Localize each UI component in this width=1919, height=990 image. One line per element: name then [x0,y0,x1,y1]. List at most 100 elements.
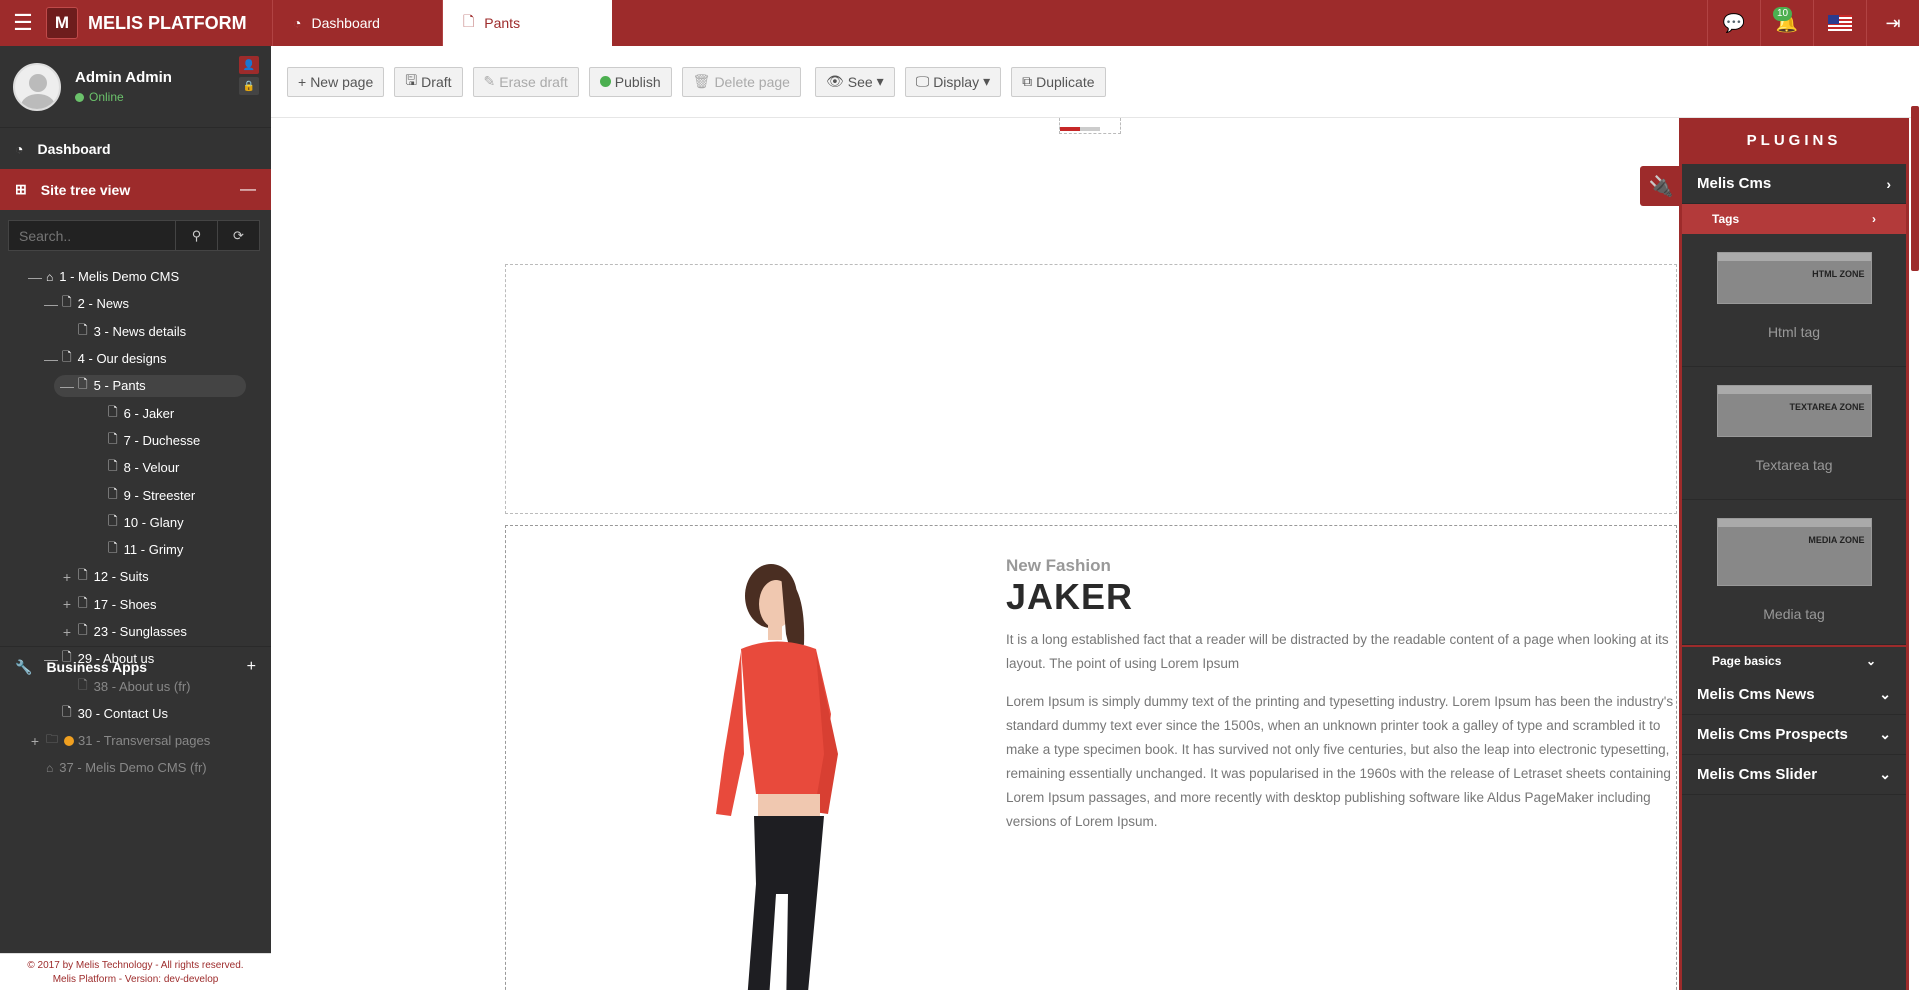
copyright: © 2017 by Melis Technology - All rights … [27,960,244,971]
draft-button[interactable]: 🖫 Draft [394,66,463,97]
plugin-subgroup-page-basics-label: Page basics [1712,654,1782,668]
page-icon: 🗋 [62,295,72,310]
tab-dashboard[interactable]: ◔ Dashboard [272,0,442,46]
html-tag-thumbnail: HTML ZONE [1716,252,1872,304]
plugin-textarea-tag[interactable]: TEXTAREA ZONE Textarea tag [1682,367,1906,500]
tree-item[interactable]: + 🗀 31 - Transversal pages [0,727,271,754]
sidebar-item-dashboard[interactable]: ◔ Dashboard [0,128,271,169]
sidebar-item-site-tree[interactable]: ⊞ Site tree view — [0,169,271,210]
new-page-button[interactable]: + New page [287,66,385,97]
notification-badge: 10 [1773,7,1793,21]
plug-icon[interactable]: 🔌 [1640,166,1682,206]
save-icon: 🖫 [405,71,418,88]
expand-icon[interactable]: + [60,569,74,585]
see-button[interactable]: 👁 See ▾ [814,66,895,97]
caret-down-icon: ▾ [983,73,991,89]
dashboard-icon: ◔ [293,15,302,31]
brand-logo[interactable]: M MELIS PLATFORM [46,0,272,46]
tab-dashboard-label: Dashboard [311,15,380,31]
page-preview: New Fashion JAKER It is a long establish… [271,118,1679,990]
tree-item[interactable]: — 🗋 4 - Our designs [0,345,271,372]
user-profile-icon[interactable]: 👤 [239,56,259,74]
collapse-icon[interactable]: — [44,296,58,312]
collapse-icon[interactable]: — [44,651,58,667]
tree-item[interactable]: + 🗋 12 - Suits [0,563,271,590]
refresh-icon[interactable]: ⟳ [218,220,260,251]
collapse-icon[interactable]: — [240,181,256,199]
display-button[interactable]: 🖵 Display ▾ [904,66,1002,97]
hamburger-icon[interactable]: ☰ [0,0,46,46]
tree-item[interactable]: + 🗋 17 - Shoes [0,591,271,618]
tree-item-label: 3 - News details [93,323,187,339]
plugin-group-melis-cms-slider[interactable]: Melis Cms Slider ⌄ [1682,755,1906,795]
tree-item[interactable]: 🗋 8 - Velour [0,454,271,481]
eye-icon: 👁 [825,73,844,89]
delete-page-button[interactable]: 🗑 Delete page [681,66,801,97]
tree-item[interactable]: 🗋 30 - Contact Us [0,700,271,727]
brand-name: MELIS PLATFORM [88,12,247,33]
plugin-group-melis-cms-news[interactable]: Melis Cms News ⌄ [1682,675,1906,715]
user-status-label: Online [89,90,124,104]
plugin-media-tag[interactable]: MEDIA ZONE Media tag [1682,500,1906,645]
page-icon: 🗋 [62,650,72,665]
chat-icon[interactable]: 💬 [1707,0,1760,46]
avatar[interactable] [13,62,61,111]
erase-draft-label: Erase draft [499,73,568,90]
folder-icon: 🗀 [46,732,59,747]
product-zone[interactable]: New Fashion JAKER It is a long establish… [505,525,1677,990]
lock-icon[interactable]: 🔒 [239,77,259,95]
tree-item[interactable]: 🗋 10 - Glany [0,509,271,536]
expand-icon[interactable]: + [60,596,74,612]
plugin-subgroup-tags[interactable]: Tags › [1682,204,1906,234]
tree-item-label: 30 - Contact Us [77,705,168,721]
user-status: Online [75,90,172,104]
tree-item[interactable]: 🗋 11 - Grimy [0,536,271,563]
duplicate-label: Duplicate [1036,73,1095,90]
collapse-icon[interactable]: — [28,269,42,285]
file-icon: 🗋 [463,13,475,29]
search-input[interactable] [8,220,176,251]
tree-item[interactable]: 🗋 9 - Streester [0,481,271,508]
plus-icon: + [298,73,307,90]
plugin-group-melis-cms[interactable]: Melis Cms › [1682,164,1906,204]
page-scrollbar[interactable] [1911,106,1919,271]
expand-icon[interactable]: + [247,658,256,676]
tree-item[interactable]: — ⌂ 1 - Melis Demo CMS [0,263,271,290]
plugin-html-tag[interactable]: HTML ZONE Html tag [1682,234,1906,367]
product-subtitle: New Fashion [1006,556,1111,575]
page-icon: 🗋 [108,431,118,446]
status-dot-icon [64,735,75,746]
duplicate-button[interactable]: ⧉ Duplicate [1011,66,1106,97]
tree-item[interactable]: ⌂ 37 - Melis Demo CMS (fr) [0,754,271,781]
version: Melis Platform - Version: dev-develop [52,974,219,985]
collapse-icon[interactable]: — [60,378,74,394]
tree-item[interactable]: 🗋 3 - News details [0,318,271,345]
user-name: Admin Admin [75,69,172,86]
expand-icon[interactable]: + [60,624,74,640]
tree-item-label: 2 - News [77,296,129,312]
tree-item[interactable]: 🗋 6 - Jaker [0,399,271,426]
plugins-header: PLUGINS [1682,118,1906,164]
tree-item[interactable]: 🗋 7 - Duchesse [0,427,271,454]
search-icon[interactable]: ⚲ [176,220,218,251]
empty-drop-zone[interactable] [505,264,1677,514]
language-button[interactable] [1813,0,1866,46]
tree-item-label: 5 - Pants [93,378,146,394]
user-panel: Admin Admin Online 👤 🔒 [0,46,271,128]
plugin-group-melis-cms-prospects[interactable]: Melis Cms Prospects ⌄ [1682,715,1906,755]
expand-icon[interactable]: + [28,733,42,749]
publish-button[interactable]: Publish [588,66,672,97]
notifications-button[interactable]: 🔔 10 [1760,0,1813,46]
plugins-panel: 🔌 PLUGINS Melis Cms › Tags › HTML ZONE H… [1640,118,1909,990]
plugin-subgroup-page-basics[interactable]: Page basics ⌄ [1682,645,1906,675]
logout-icon[interactable]: ⇥ [1866,0,1919,46]
display-label: Display [933,73,980,90]
tree-item[interactable]: — 🗋 5 - Pants [0,372,271,399]
tree-item[interactable]: + 🗋 23 - Sunglasses [0,618,271,645]
tab-pants[interactable]: 🗋 Pants [442,0,612,46]
tree-item[interactable]: — 🗋 2 - News [0,290,271,317]
tree-item-label: 29 - About us [77,651,155,667]
collapse-icon[interactable]: — [44,351,58,367]
slider-indicator[interactable] [1059,118,1121,134]
erase-draft-button[interactable]: ✎ Erase draft [472,66,579,97]
